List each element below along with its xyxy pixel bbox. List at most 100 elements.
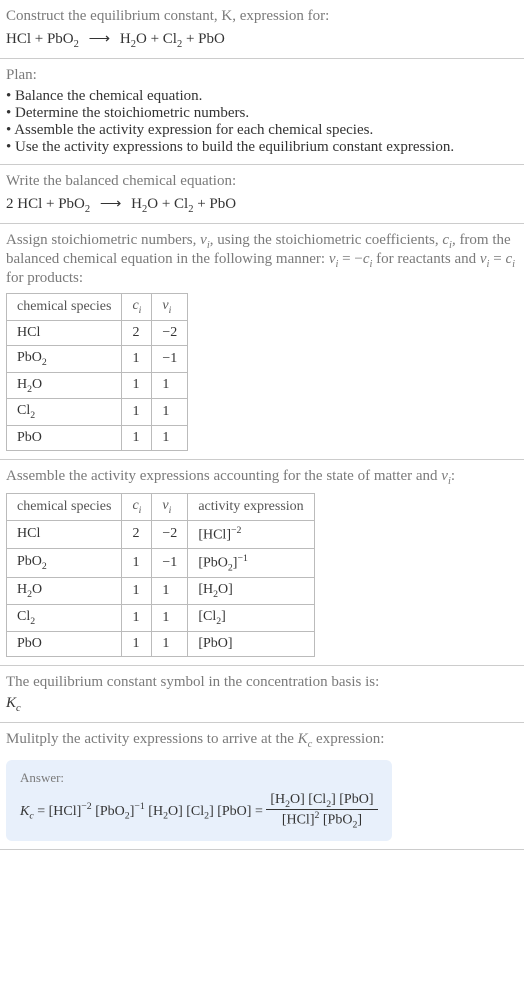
cell: 1 bbox=[152, 426, 188, 451]
arrow-icon: ⟶ bbox=[94, 196, 128, 212]
eq-sub: 2 bbox=[85, 204, 90, 215]
cell: 1 bbox=[122, 372, 152, 399]
t: O] bbox=[218, 582, 233, 597]
table-row: PbO21−1 bbox=[7, 345, 188, 372]
text: Mulitply the activity expressions to arr… bbox=[6, 731, 298, 747]
t: O bbox=[32, 582, 42, 597]
cell: H2O bbox=[7, 578, 122, 605]
cell: Cl2 bbox=[7, 604, 122, 631]
cell: −1 bbox=[152, 548, 188, 577]
plan-heading: Plan: bbox=[6, 67, 518, 84]
plan-item: Use the activity expressions to build th… bbox=[6, 139, 518, 156]
col-c: ci bbox=[122, 494, 152, 521]
multiply-text: Mulitply the activity expressions to arr… bbox=[6, 731, 518, 750]
eq-part: H bbox=[120, 31, 131, 47]
answer-equation: Kc = [HCl]−2 [PbO2]−1 [H2O] [Cl2] [PbO] … bbox=[20, 792, 378, 831]
t: ] bbox=[221, 609, 226, 624]
t: HCl bbox=[17, 325, 40, 340]
balanced-section: Write the balanced chemical equation: 2 … bbox=[0, 165, 524, 224]
t: Cl bbox=[17, 609, 30, 624]
t: [HCl] bbox=[198, 528, 231, 543]
c: c bbox=[442, 232, 449, 248]
t: PbO bbox=[17, 554, 42, 569]
construct-section: Construct the equilibrium constant, K, e… bbox=[0, 0, 524, 59]
text: for reactants and bbox=[372, 251, 479, 267]
construct-text: Construct the equilibrium constant, K, e… bbox=[6, 8, 329, 24]
eq-part: + PbO bbox=[193, 196, 236, 212]
cell: HCl bbox=[7, 520, 122, 548]
cell: [PbO] bbox=[188, 631, 314, 656]
cell: PbO2 bbox=[7, 548, 122, 577]
symbol-section: The equilibrium constant symbol in the c… bbox=[0, 666, 524, 723]
stoich-table: chemical species ci νi HCl2−2 PbO21−1 H2… bbox=[6, 293, 188, 451]
col-nu: νi bbox=[152, 294, 188, 321]
t: [PbO] bbox=[198, 636, 232, 651]
cell: 1 bbox=[122, 578, 152, 605]
cell: [PbO2]−1 bbox=[188, 548, 314, 577]
cell: 2 bbox=[122, 520, 152, 548]
nu: ν bbox=[441, 468, 448, 484]
table-row: HCl2−2 bbox=[7, 320, 188, 345]
construct-heading: Construct the equilibrium constant, K, e… bbox=[6, 8, 518, 25]
col-c: ci bbox=[122, 294, 152, 321]
sub: i bbox=[512, 259, 515, 270]
symbol-text: The equilibrium constant symbol in the c… bbox=[6, 674, 518, 691]
cell: PbO2 bbox=[7, 345, 122, 372]
plan-item: Assemble the activity expression for eac… bbox=[6, 122, 518, 139]
plan-section: Plan: Balance the chemical equation. Det… bbox=[0, 59, 524, 165]
plan-item: Balance the chemical equation. bbox=[6, 88, 518, 105]
t: H bbox=[17, 582, 27, 597]
cell: 1 bbox=[122, 399, 152, 426]
text: : bbox=[451, 468, 455, 484]
text: = − bbox=[338, 251, 362, 267]
plan-item: Determine the stoichiometric numbers. bbox=[6, 105, 518, 122]
text: = bbox=[489, 251, 505, 267]
table-header-row: chemical species ci νi bbox=[7, 294, 188, 321]
cell: 1 bbox=[152, 372, 188, 399]
col-species: chemical species bbox=[7, 294, 122, 321]
t: [PbO bbox=[198, 555, 228, 570]
t: O] [Cl bbox=[290, 792, 326, 807]
assign-text: Assign stoichiometric numbers, νi, using… bbox=[6, 232, 518, 287]
sub: i bbox=[169, 505, 172, 516]
t: [H bbox=[145, 804, 163, 819]
table-row: Cl211 bbox=[7, 399, 188, 426]
kc: K bbox=[20, 804, 29, 819]
table-row: H2O11 bbox=[7, 372, 188, 399]
col-activity: activity expression bbox=[188, 494, 314, 521]
table-row: PbO11[PbO] bbox=[7, 631, 315, 656]
kc-sub: c bbox=[16, 703, 21, 714]
cell: 1 bbox=[152, 399, 188, 426]
kc: K bbox=[298, 731, 308, 747]
cell: −2 bbox=[152, 320, 188, 345]
balanced-heading: Write the balanced chemical equation: bbox=[6, 173, 518, 190]
t: H bbox=[17, 377, 27, 392]
cell: [Cl2] bbox=[188, 604, 314, 631]
cell: Cl2 bbox=[7, 399, 122, 426]
cell: −1 bbox=[152, 345, 188, 372]
sub: i bbox=[139, 305, 142, 316]
cell: 1 bbox=[122, 548, 152, 577]
eq-part: + PbO bbox=[182, 31, 225, 47]
eq-part: O + Cl bbox=[147, 196, 188, 212]
table-row: PbO21−1[PbO2]−1 bbox=[7, 548, 315, 577]
eq-part: H bbox=[131, 196, 142, 212]
t: ] bbox=[357, 813, 362, 828]
answer-section: Mulitply the activity expressions to arr… bbox=[0, 723, 524, 850]
table-row: Cl211[Cl2] bbox=[7, 604, 315, 631]
t: [H bbox=[270, 792, 285, 807]
assemble-section: Assemble the activity expressions accoun… bbox=[0, 460, 524, 666]
t: [HCl] bbox=[49, 804, 82, 819]
text: for products: bbox=[6, 270, 83, 286]
cell: HCl bbox=[7, 320, 122, 345]
t: O] [Cl bbox=[168, 804, 204, 819]
table-row: HCl2−2[HCl]−2 bbox=[7, 520, 315, 548]
sub: i bbox=[169, 305, 172, 316]
t: ] [PbO] bbox=[331, 792, 373, 807]
e: −1 bbox=[237, 553, 247, 564]
kc-symbol: Kc bbox=[6, 695, 518, 714]
cell: 1 bbox=[152, 604, 188, 631]
t: PbO bbox=[17, 350, 42, 365]
cell: PbO bbox=[7, 426, 122, 451]
plan-list: Balance the chemical equation. Determine… bbox=[6, 88, 518, 156]
